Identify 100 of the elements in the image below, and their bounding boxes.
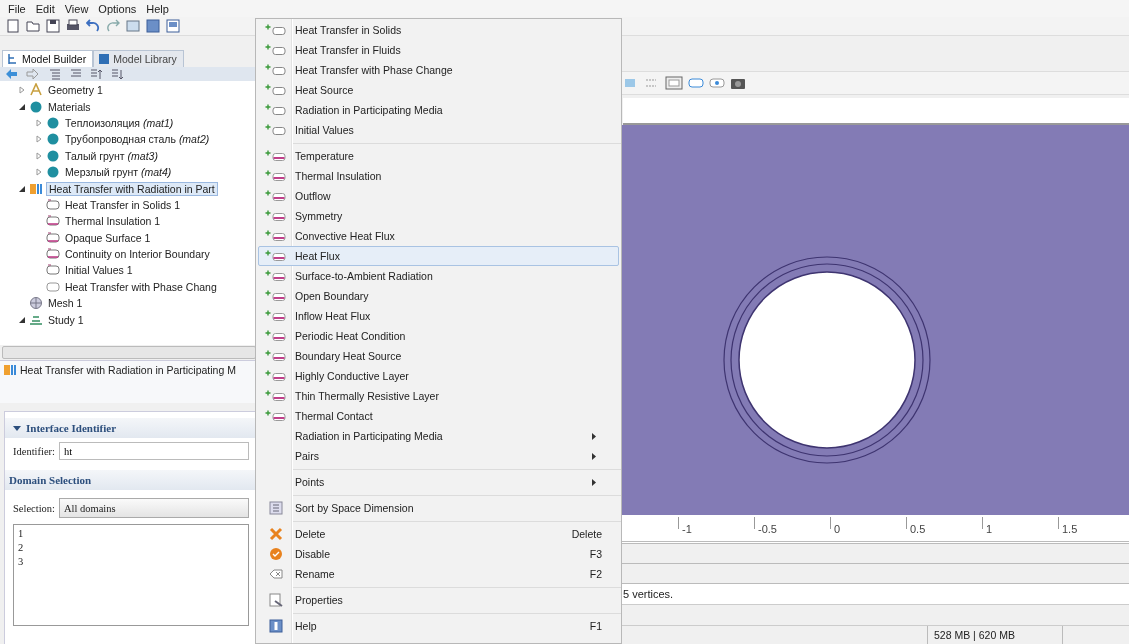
point-view-icon[interactable] [709, 76, 725, 90]
tree-item[interactable]: Heat Transfer with Phase Chang [63, 280, 219, 293]
tree-item[interactable]: Continuity on Interior Boundary [63, 248, 212, 261]
expanded-arrow-icon[interactable] [18, 102, 26, 111]
print-icon[interactable] [66, 19, 80, 33]
menu-item[interactable]: Highly Conductive Layer [258, 366, 619, 386]
delete-icon [269, 527, 283, 541]
menu-item[interactable]: Heat Transfer in Fluids [258, 40, 619, 60]
menu-item[interactable]: Delete Delete [258, 524, 619, 544]
expand-list-icon[interactable] [47, 68, 61, 80]
tree-item[interactable]: Талый грунт (mat3) [63, 149, 160, 162]
collapsed-arrow-icon[interactable] [18, 86, 26, 95]
sort-up-icon[interactable] [89, 68, 103, 80]
axis-tick-label: -0.5 [757, 523, 777, 535]
collapse-list-icon[interactable] [68, 68, 82, 80]
scrollbar[interactable] [2, 346, 256, 359]
open-folder-icon[interactable] [26, 19, 40, 33]
section-heading[interactable]: Domain Selection [9, 474, 92, 486]
sort-down-icon[interactable] [110, 68, 124, 80]
undo-icon[interactable] [86, 19, 100, 33]
plus-boundary-icon [265, 190, 287, 202]
expanded-arrow-icon[interactable] [13, 424, 21, 432]
sort-icon [269, 501, 283, 515]
tree-item[interactable]: Heat Transfer with Radiation in Part [46, 181, 218, 196]
menu-item[interactable]: Options [94, 1, 141, 16]
menu-item[interactable]: Inflow Heat Flux [258, 306, 619, 326]
axis-tick-label: 1 [985, 523, 993, 535]
box-icon[interactable] [665, 76, 683, 90]
expanded-arrow-icon[interactable] [18, 184, 26, 193]
tab[interactable]: Model Builder [2, 50, 94, 67]
expanded-arrow-icon[interactable] [18, 315, 26, 324]
menu-item[interactable]: Temperature [258, 146, 619, 166]
forward-arrow-icon[interactable] [26, 68, 40, 80]
plus-boundary-icon [265, 330, 287, 342]
domain-icon [46, 279, 60, 294]
menu-item[interactable]: Heat Transfer with Phase Change [258, 60, 619, 80]
window-icon[interactable] [166, 19, 180, 33]
menu-item[interactable]: Points [258, 472, 619, 492]
plus-boundary-icon [265, 350, 287, 362]
boundary-icon [46, 230, 60, 245]
menu-item[interactable]: File [4, 1, 30, 16]
menu-item[interactable]: Convective Heat Flux [258, 226, 619, 246]
identifier-field[interactable]: ht [59, 442, 249, 460]
new-file-icon[interactable] [6, 19, 20, 33]
menu-item[interactable]: Rename F2 [258, 564, 619, 584]
tree-item[interactable]: Mesh 1 [46, 297, 85, 310]
tree-item[interactable]: Трубопроводная сталь (mat2) [63, 133, 212, 146]
tree-item[interactable]: Materials [46, 100, 93, 113]
save-icon[interactable] [46, 19, 60, 33]
menu-item[interactable]: Thin Thermally Resistive Layer [258, 386, 619, 406]
tree-item[interactable]: Geometry 1 [46, 84, 105, 97]
menu-item[interactable]: Edit [31, 1, 59, 16]
menu-item[interactable]: View [60, 1, 93, 16]
menu-item[interactable]: Help F1 [258, 616, 619, 636]
plus-domain-icon [265, 44, 287, 56]
field-label: Identifier: [13, 445, 55, 457]
menu-item[interactable]: Thermal Contact [258, 406, 619, 426]
tab[interactable]: Model Library [93, 50, 184, 67]
camera-icon[interactable] [730, 76, 746, 90]
menu-item[interactable]: Boundary Heat Source [258, 346, 619, 366]
tree-item[interactable]: Opaque Surface 1 [63, 231, 153, 244]
collapsed-arrow-icon[interactable] [35, 168, 43, 177]
boundary-icon [46, 214, 60, 229]
menu-item[interactable]: Help [142, 1, 173, 16]
plus-boundary-icon [265, 310, 287, 322]
menu-item[interactable]: Disable F3 [258, 544, 619, 564]
tree-item[interactable]: Study 1 [46, 313, 86, 326]
menu-item[interactable]: Periodic Heat Condition [258, 326, 619, 346]
list-item[interactable]: 3 [18, 555, 244, 569]
menu-item[interactable]: Symmetry [258, 206, 619, 226]
redo-icon[interactable] [106, 19, 120, 33]
menu-item[interactable]: Sort by Space Dimension [258, 498, 619, 518]
menu-item[interactable]: Open Boundary [258, 286, 619, 306]
menu-item[interactable]: Properties [258, 590, 619, 610]
menu-item[interactable]: Heat Transfer in Solids [258, 20, 619, 40]
collapsed-arrow-icon[interactable] [35, 118, 43, 127]
menu-item[interactable]: Radiation in Participating Media [258, 426, 619, 446]
collapsed-arrow-icon[interactable] [35, 151, 43, 160]
menu-item[interactable]: Outflow [258, 186, 619, 206]
tree-item[interactable]: Heat Transfer in Solids 1 [63, 198, 182, 211]
back-arrow-icon[interactable] [5, 68, 19, 80]
tree-item[interactable]: Thermal Insulation 1 [63, 215, 163, 228]
memory-usage: 528 MB | 620 MB [927, 626, 1063, 644]
tree-item[interactable]: Теплоизоляция (mat1) [63, 116, 176, 129]
menu-item[interactable]: Thermal Insulation [258, 166, 619, 186]
plus-domain-icon [265, 64, 287, 76]
tree-item[interactable]: Initial Values 1 [63, 264, 135, 277]
selection-dropdown[interactable]: All domains [59, 498, 249, 518]
menu-item[interactable]: Heat Flux [258, 246, 619, 266]
list-item[interactable]: 1 [18, 527, 244, 541]
tree-item[interactable]: Мерзлый грунт (mat4) [63, 166, 174, 179]
menu-item[interactable]: Pairs [258, 446, 619, 466]
menu-item[interactable]: Radiation in Participating Media [258, 100, 619, 120]
menu-item[interactable]: Initial Values [258, 120, 619, 140]
plus-domain-icon [265, 84, 287, 96]
menu-item[interactable]: Heat Source [258, 80, 619, 100]
menu-item[interactable]: Surface-to-Ambient Radiation [258, 266, 619, 286]
collapsed-arrow-icon[interactable] [35, 135, 43, 144]
boundary-view-icon[interactable] [688, 76, 704, 90]
list-item[interactable]: 2 [18, 541, 244, 555]
